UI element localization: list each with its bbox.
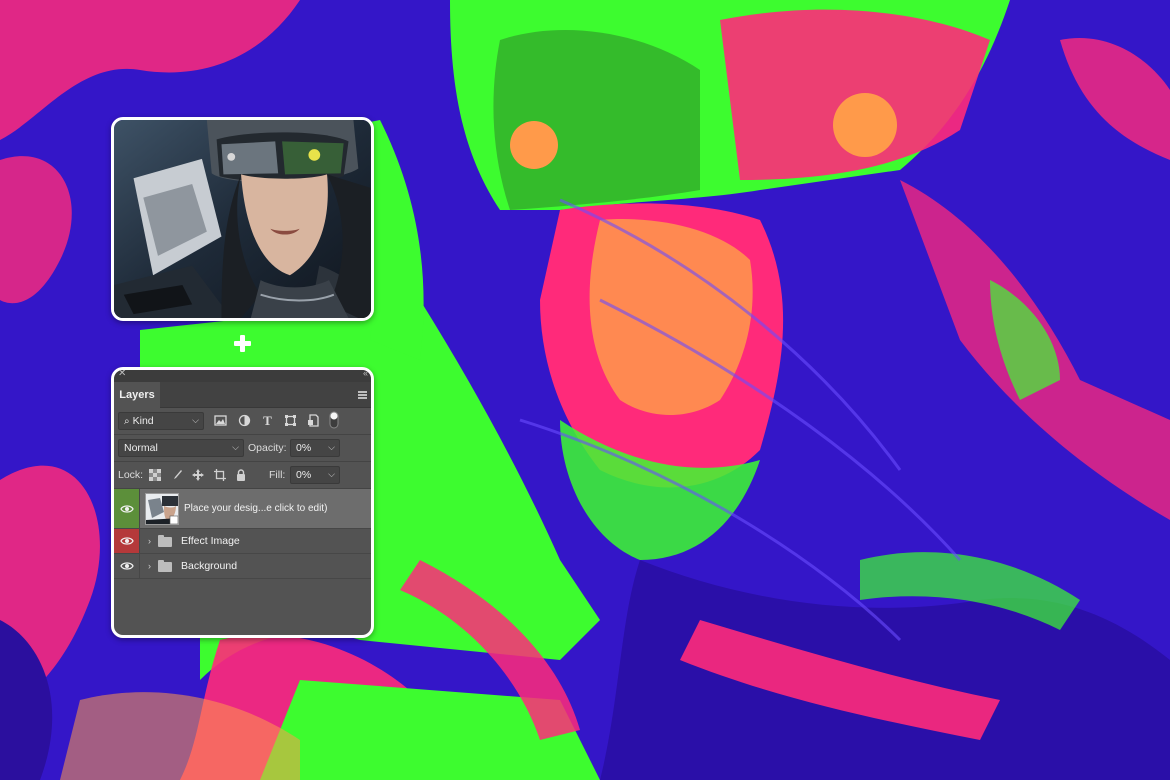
lock-position-icon[interactable] xyxy=(192,469,204,481)
lock-all-icon[interactable] xyxy=(235,469,247,481)
opacity-input[interactable]: 0% ⌵ xyxy=(290,439,340,457)
layer-name: Effect Image xyxy=(181,535,240,547)
panel-tab-bar: Layers xyxy=(114,382,371,408)
tab-layers[interactable]: Layers xyxy=(114,382,160,408)
layer-row-smart-object[interactable]: Place your desig...e click to edit) xyxy=(114,489,371,529)
kind-filter-label: Kind xyxy=(132,415,154,427)
layers-panel: ✕ ‹‹ Layers ⌕ Kind ⌵ T Normal ⌵ Opacity:… xyxy=(111,367,374,638)
layer-name: Place your desig...e click to edit) xyxy=(184,503,328,514)
chevron-down-icon: ⌵ xyxy=(192,415,199,425)
lock-transparency-icon[interactable] xyxy=(149,469,161,481)
folder-icon xyxy=(158,535,172,547)
lock-row: Lock: Fill: 0% ⌵ xyxy=(114,462,371,489)
eye-icon xyxy=(120,504,134,513)
fill-label: Fill: xyxy=(269,469,286,481)
lock-artboard-icon[interactable] xyxy=(214,469,226,481)
layer-thumbnail xyxy=(145,493,179,525)
original-photo xyxy=(114,120,371,318)
filter-row: ⌕ Kind ⌵ T xyxy=(114,408,371,435)
expand-chevron-icon[interactable]: › xyxy=(148,536,151,546)
fill-input[interactable]: 0% ⌵ xyxy=(290,466,340,484)
blend-row: Normal ⌵ Opacity: 0% ⌵ xyxy=(114,435,371,462)
layer-row-background[interactable]: › Background xyxy=(114,554,371,579)
expand-chevron-icon[interactable]: › xyxy=(148,561,151,571)
blend-mode-value: Normal xyxy=(124,442,158,454)
layer-row-effect-image[interactable]: › Effect Image xyxy=(114,529,371,554)
close-icon[interactable]: ✕ xyxy=(118,370,126,379)
panel-menu-icon[interactable] xyxy=(358,391,367,399)
blend-mode-select[interactable]: Normal ⌵ xyxy=(118,439,244,457)
plus-icon xyxy=(234,335,251,352)
chevron-down-icon: ⌵ xyxy=(328,469,335,479)
lock-label: Lock: xyxy=(118,469,144,481)
eye-icon xyxy=(120,537,134,545)
visibility-toggle[interactable] xyxy=(114,529,140,553)
smart-object-filter-icon[interactable] xyxy=(307,414,320,427)
image-filter-icon[interactable] xyxy=(214,414,227,427)
visibility-toggle[interactable] xyxy=(114,489,140,528)
kind-filter-select[interactable]: ⌕ Kind ⌵ xyxy=(118,412,204,430)
lock-pixels-icon[interactable] xyxy=(171,469,183,481)
filter-toggle-icon[interactable] xyxy=(329,411,339,429)
collapse-icon[interactable]: ‹‹ xyxy=(363,370,368,378)
search-icon: ⌕ xyxy=(124,415,130,427)
folder-icon xyxy=(158,560,172,572)
visibility-toggle[interactable] xyxy=(114,554,140,578)
fill-value: 0% xyxy=(296,469,312,481)
chevron-down-icon: ⌵ xyxy=(328,442,335,452)
adjustment-filter-icon[interactable] xyxy=(238,414,251,427)
type-filter-icon[interactable]: T xyxy=(261,414,274,427)
opacity-value: 0% xyxy=(296,442,312,454)
eye-icon xyxy=(120,562,134,570)
panel-title-bar: ✕ ‹‹ xyxy=(114,370,371,382)
chevron-down-icon: ⌵ xyxy=(232,442,239,452)
shape-filter-icon[interactable] xyxy=(284,414,297,427)
layer-name: Background xyxy=(181,560,238,572)
opacity-label: Opacity: xyxy=(248,442,287,454)
original-photo-card xyxy=(111,117,374,321)
